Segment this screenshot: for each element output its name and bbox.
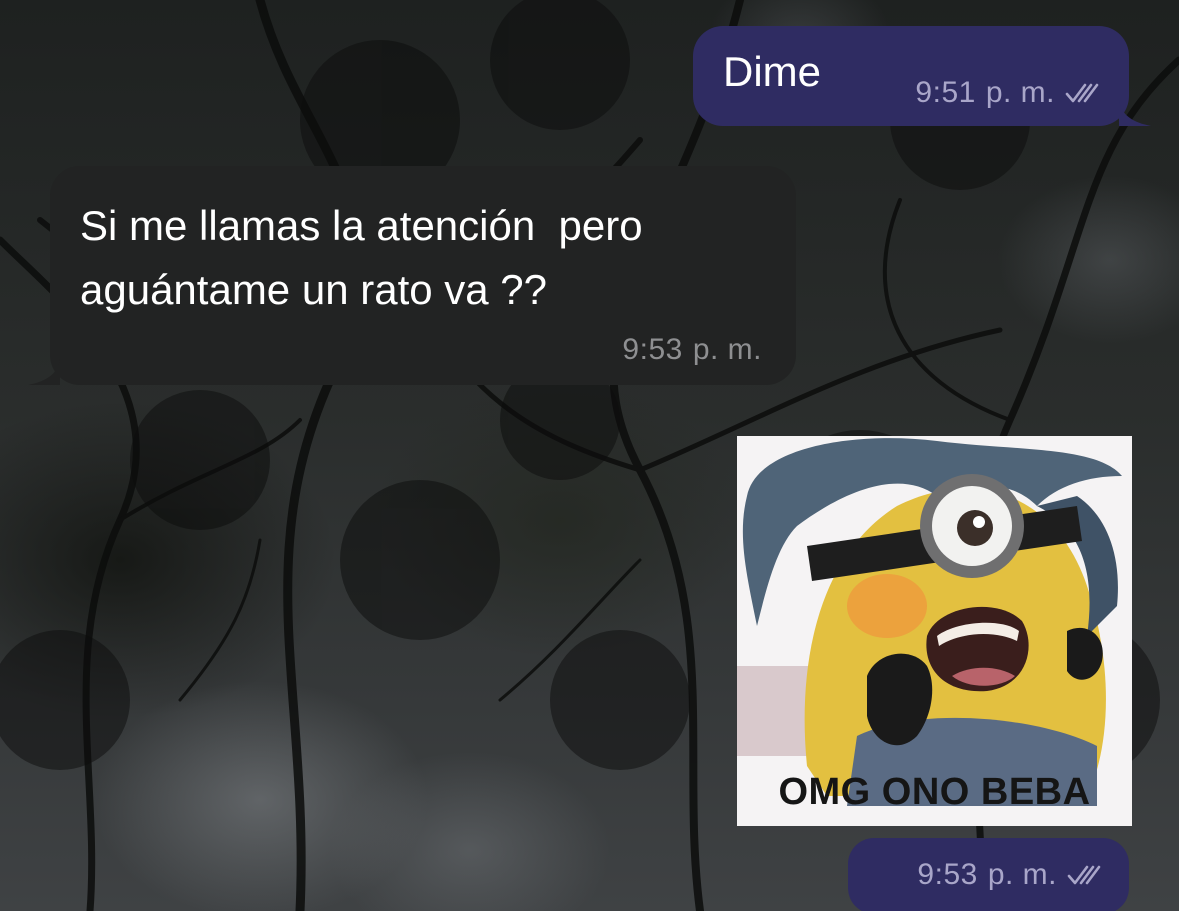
message-time: 9:53: [917, 858, 978, 891]
message-time: 9:53: [622, 333, 683, 366]
chat-view[interactable]: Dime 9:51 p. m. Si me llamas la atención …: [0, 0, 1179, 911]
sticker-time-pill: 9:53 p. m.: [848, 838, 1129, 911]
message-meta: 9:51 p. m.: [915, 76, 1099, 110]
message-period: p. m.: [985, 76, 1055, 109]
minion-sticker-illustration: [737, 436, 1132, 826]
message-text: Si me llamas la atención pero aguántame …: [80, 202, 655, 313]
message-meta: 9:53 p. m.: [917, 858, 1101, 892]
message-time: 9:51: [915, 76, 976, 109]
message-period: p. m.: [692, 333, 762, 366]
bubble-tail: [1119, 100, 1151, 126]
message-text: Dime: [723, 48, 822, 95]
sticker-image[interactable]: OMG ONO BEBA: [737, 436, 1132, 826]
message-period: p. m.: [987, 858, 1057, 891]
bubble-tail: [28, 359, 60, 385]
sticker-caption: OMG ONO BEBA: [778, 771, 1091, 813]
message-meta: 9:53 p. m.: [622, 333, 762, 367]
message-bubble-outgoing[interactable]: Dime 9:51 p. m.: [693, 26, 1151, 126]
message-bubble-incoming[interactable]: Si me llamas la atención pero aguántame …: [28, 166, 796, 385]
double-check-icon: [1067, 865, 1101, 885]
double-check-icon: [1065, 83, 1099, 103]
